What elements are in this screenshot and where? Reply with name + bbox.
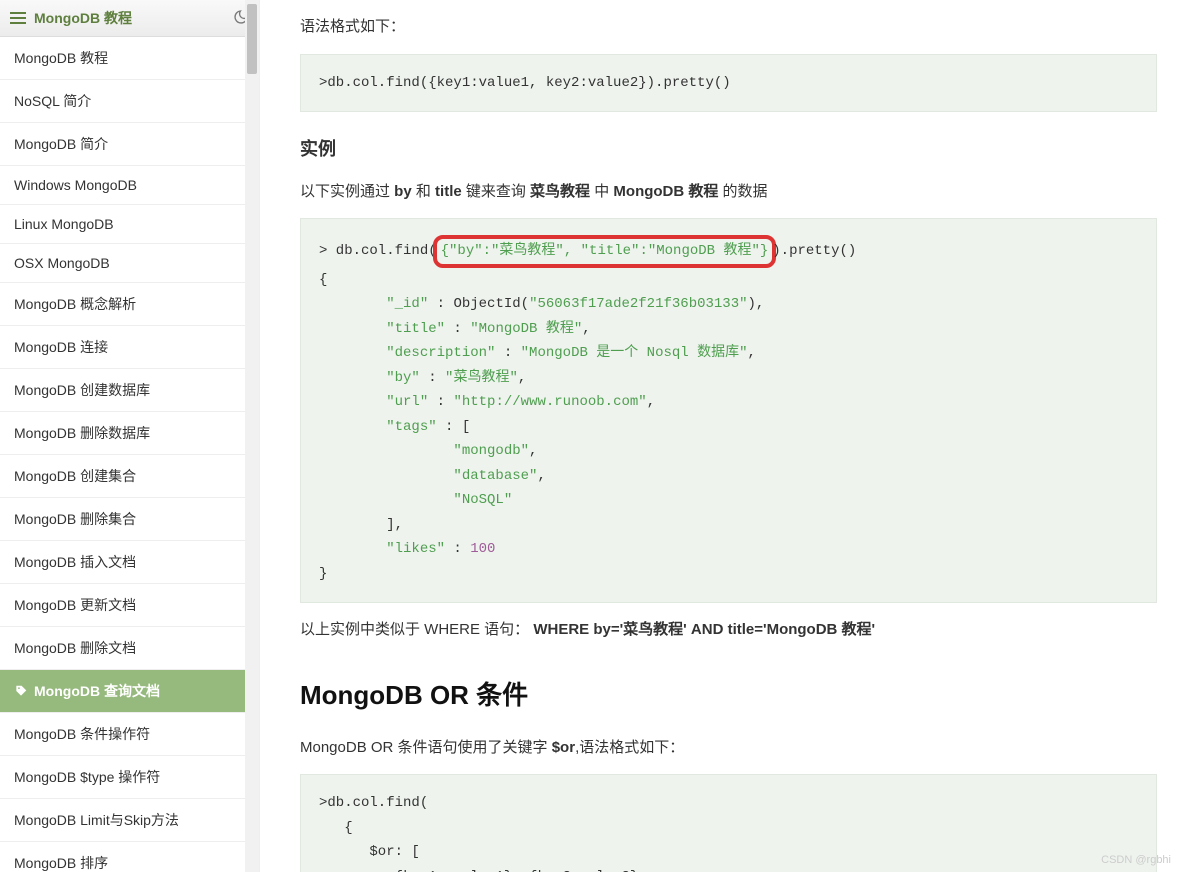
sidebar-title: MongoDB 教程 [34, 8, 132, 28]
example-heading: 实例 [300, 134, 1157, 165]
sidebar-item-label: MongoDB $type 操作符 [14, 769, 160, 785]
sidebar-item-label: MongoDB 连接 [14, 339, 108, 355]
sidebar-item-12[interactable]: MongoDB 插入文档 [0, 541, 259, 584]
sidebar-scrollbar[interactable] [245, 0, 259, 872]
sidebar-item-3[interactable]: Windows MongoDB [0, 166, 259, 205]
sidebar-item-label: MongoDB 简介 [14, 136, 108, 152]
sidebar-item-16[interactable]: MongoDB 条件操作符 [0, 713, 259, 756]
and-syntax-code: >db.col.find({key1:value1, key2:value2})… [300, 54, 1157, 113]
sidebar-item-10[interactable]: MongoDB 创建集合 [0, 455, 259, 498]
sidebar: MongoDB 教程 MongoDB 教程 NoSQL 简介 MongoDB 简介 W… [0, 0, 260, 872]
sidebar-item-4[interactable]: Linux MongoDB [0, 205, 259, 244]
example-intro: 以下实例通过 by 和 title 键来查询 菜鸟教程 中 MongoDB 教程… [300, 179, 1157, 205]
sidebar-item-7[interactable]: MongoDB 连接 [0, 326, 259, 369]
sidebar-list: MongoDB 教程 NoSQL 简介 MongoDB 简介 Windows Mong… [0, 37, 259, 872]
sidebar-item-5[interactable]: OSX MongoDB [0, 244, 259, 283]
sidebar-item-18[interactable]: MongoDB Limit与Skip方法 [0, 799, 259, 842]
sidebar-header[interactable]: MongoDB 教程 [0, 0, 259, 37]
sidebar-item-label: MongoDB 排序 [14, 855, 108, 871]
sidebar-item-label: NoSQL 简介 [14, 93, 91, 109]
where-comparison: 以上实例中类似于 WHERE 语句： WHERE by='菜鸟教程' AND t… [300, 617, 1157, 643]
sidebar-item-14[interactable]: MongoDB 删除文档 [0, 627, 259, 670]
sidebar-item-label: MongoDB 概念解析 [14, 296, 136, 312]
sidebar-item-label: MongoDB 教程 [14, 50, 108, 66]
or-syntax-code: >db.col.find( { $or: [ {key1: value1}, {… [300, 774, 1157, 872]
or-heading: MongoDB OR 条件 [300, 673, 1157, 717]
sidebar-item-label: MongoDB 插入文档 [14, 554, 136, 570]
or-intro: MongoDB OR 条件语句使用了关键字 $or,语法格式如下： [300, 735, 1157, 761]
sidebar-item-13[interactable]: MongoDB 更新文档 [0, 584, 259, 627]
sidebar-item-19[interactable]: MongoDB 排序 [0, 842, 259, 872]
sidebar-item-2[interactable]: MongoDB 简介 [0, 123, 259, 166]
sidebar-item-11[interactable]: MongoDB 删除集合 [0, 498, 259, 541]
scrollbar-thumb[interactable] [247, 4, 257, 74]
sidebar-item-0[interactable]: MongoDB 教程 [0, 37, 259, 80]
sidebar-item-label: OSX MongoDB [14, 255, 110, 271]
sidebar-item-label: MongoDB 查询文档 [34, 681, 160, 701]
example-code: > db.col.find({"by":"菜鸟教程", "title":"Mon… [300, 218, 1157, 603]
sidebar-item-label: Linux MongoDB [14, 216, 114, 232]
sidebar-item-label: MongoDB Limit与Skip方法 [14, 812, 179, 828]
sidebar-item-label: MongoDB 删除文档 [14, 640, 136, 656]
sidebar-item-label: MongoDB 删除数据库 [14, 425, 150, 441]
sidebar-item-15[interactable]: MongoDB 查询文档 [0, 670, 259, 713]
main-content: 语法格式如下： >db.col.find({key1:value1, key2:… [260, 0, 1187, 872]
sidebar-item-label: MongoDB 删除集合 [14, 511, 136, 527]
sidebar-item-17[interactable]: MongoDB $type 操作符 [0, 756, 259, 799]
sidebar-item-1[interactable]: NoSQL 简介 [0, 80, 259, 123]
sidebar-item-label: MongoDB 条件操作符 [14, 726, 150, 742]
watermark: CSDN @rgbhi [1101, 854, 1171, 866]
and-syntax-intro: 语法格式如下： [300, 14, 1157, 40]
tag-icon [14, 684, 28, 698]
sidebar-item-label: MongoDB 创建数据库 [14, 382, 150, 398]
sidebar-item-9[interactable]: MongoDB 删除数据库 [0, 412, 259, 455]
highlighted-query: {"by":"菜鸟教程", "title":"MongoDB 教程"} [433, 235, 777, 268]
sidebar-item-label: MongoDB 更新文档 [14, 597, 136, 613]
sidebar-item-6[interactable]: MongoDB 概念解析 [0, 283, 259, 326]
sidebar-item-label: MongoDB 创建集合 [14, 468, 136, 484]
menu-icon [10, 11, 26, 25]
sidebar-item-label: Windows MongoDB [14, 177, 137, 193]
sidebar-item-8[interactable]: MongoDB 创建数据库 [0, 369, 259, 412]
